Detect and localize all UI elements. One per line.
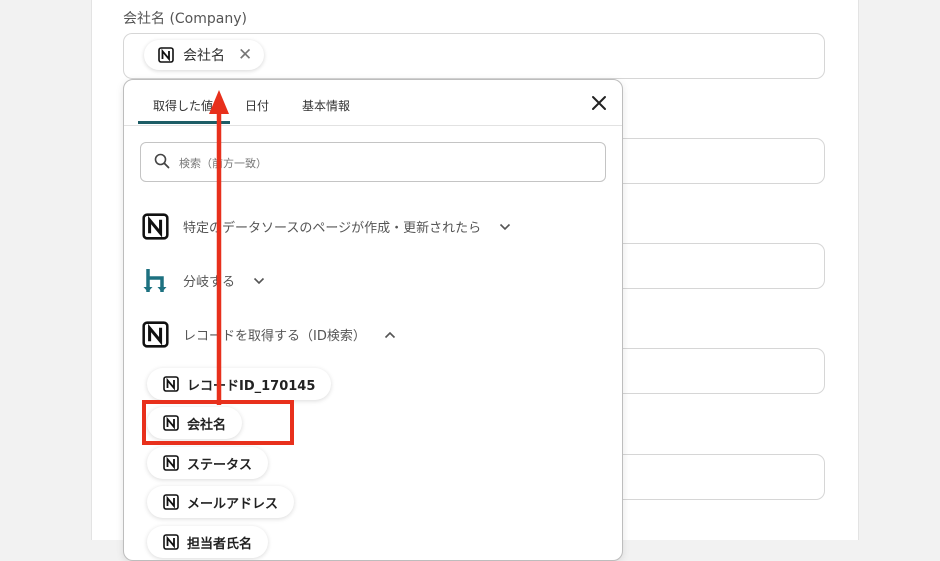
notion-icon bbox=[142, 321, 169, 348]
search-box bbox=[140, 142, 606, 182]
item-label: 担当者氏名 bbox=[187, 536, 253, 552]
branch-icon bbox=[143, 269, 167, 292]
notion-icon bbox=[158, 47, 174, 63]
item-label: メールアドレス bbox=[187, 496, 279, 512]
notion-icon bbox=[163, 455, 179, 471]
search-input[interactable] bbox=[177, 152, 581, 174]
notion-icon bbox=[163, 494, 179, 510]
item-email[interactable]: メールアドレス bbox=[147, 486, 295, 518]
section-label: 分岐する bbox=[183, 275, 236, 290]
remove-chip-icon[interactable]: ✕ bbox=[238, 46, 252, 64]
tab-retrieved-values[interactable]: 取得した値 bbox=[153, 97, 213, 114]
notion-icon bbox=[163, 534, 179, 550]
section-label: 特定のデータソースのページが作成・更新されたら bbox=[183, 221, 482, 236]
active-tab-indicator bbox=[138, 121, 230, 124]
chevron-up-icon bbox=[384, 331, 395, 338]
tab-basic-info[interactable]: 基本情報 bbox=[302, 97, 350, 114]
section-branch[interactable]: 分岐する bbox=[142, 267, 265, 294]
section-get-record[interactable]: レコードを取得する（ID検索） bbox=[142, 321, 396, 348]
background-field[interactable] bbox=[612, 348, 825, 394]
item-label: レコードID_170145 bbox=[187, 378, 316, 394]
section-label: レコードを取得する（ID検索） bbox=[183, 329, 366, 344]
chip-label: 会社名 bbox=[183, 48, 225, 64]
notion-icon bbox=[142, 213, 169, 240]
value-picker-popup: 取得した値 日付 基本情報 特定のデータソースのページが作成・更新されたら bbox=[123, 79, 623, 561]
close-icon[interactable] bbox=[590, 94, 608, 112]
notion-icon bbox=[163, 376, 179, 392]
tab-bar: 取得した値 日付 基本情報 bbox=[124, 80, 622, 126]
background-field[interactable] bbox=[612, 454, 825, 500]
item-status[interactable]: ステータス bbox=[147, 447, 269, 479]
item-label: ステータス bbox=[187, 457, 253, 473]
company-field-label: 会社名 (Company) bbox=[123, 11, 247, 27]
item-record-id[interactable]: レコードID_170145 bbox=[147, 368, 332, 400]
search-icon bbox=[154, 153, 170, 169]
background-field[interactable] bbox=[612, 138, 825, 184]
item-contact-name[interactable]: 担当者氏名 bbox=[147, 526, 269, 558]
chevron-down-icon bbox=[253, 277, 265, 284]
chevron-down-icon bbox=[500, 223, 511, 230]
company-selected-chip[interactable]: 会社名 ✕ bbox=[144, 40, 265, 70]
section-trigger-notion[interactable]: 特定のデータソースのページが作成・更新されたら bbox=[142, 213, 511, 240]
background-field[interactable] bbox=[612, 243, 825, 289]
tab-date[interactable]: 日付 bbox=[245, 97, 269, 114]
highlight-box bbox=[142, 400, 294, 445]
